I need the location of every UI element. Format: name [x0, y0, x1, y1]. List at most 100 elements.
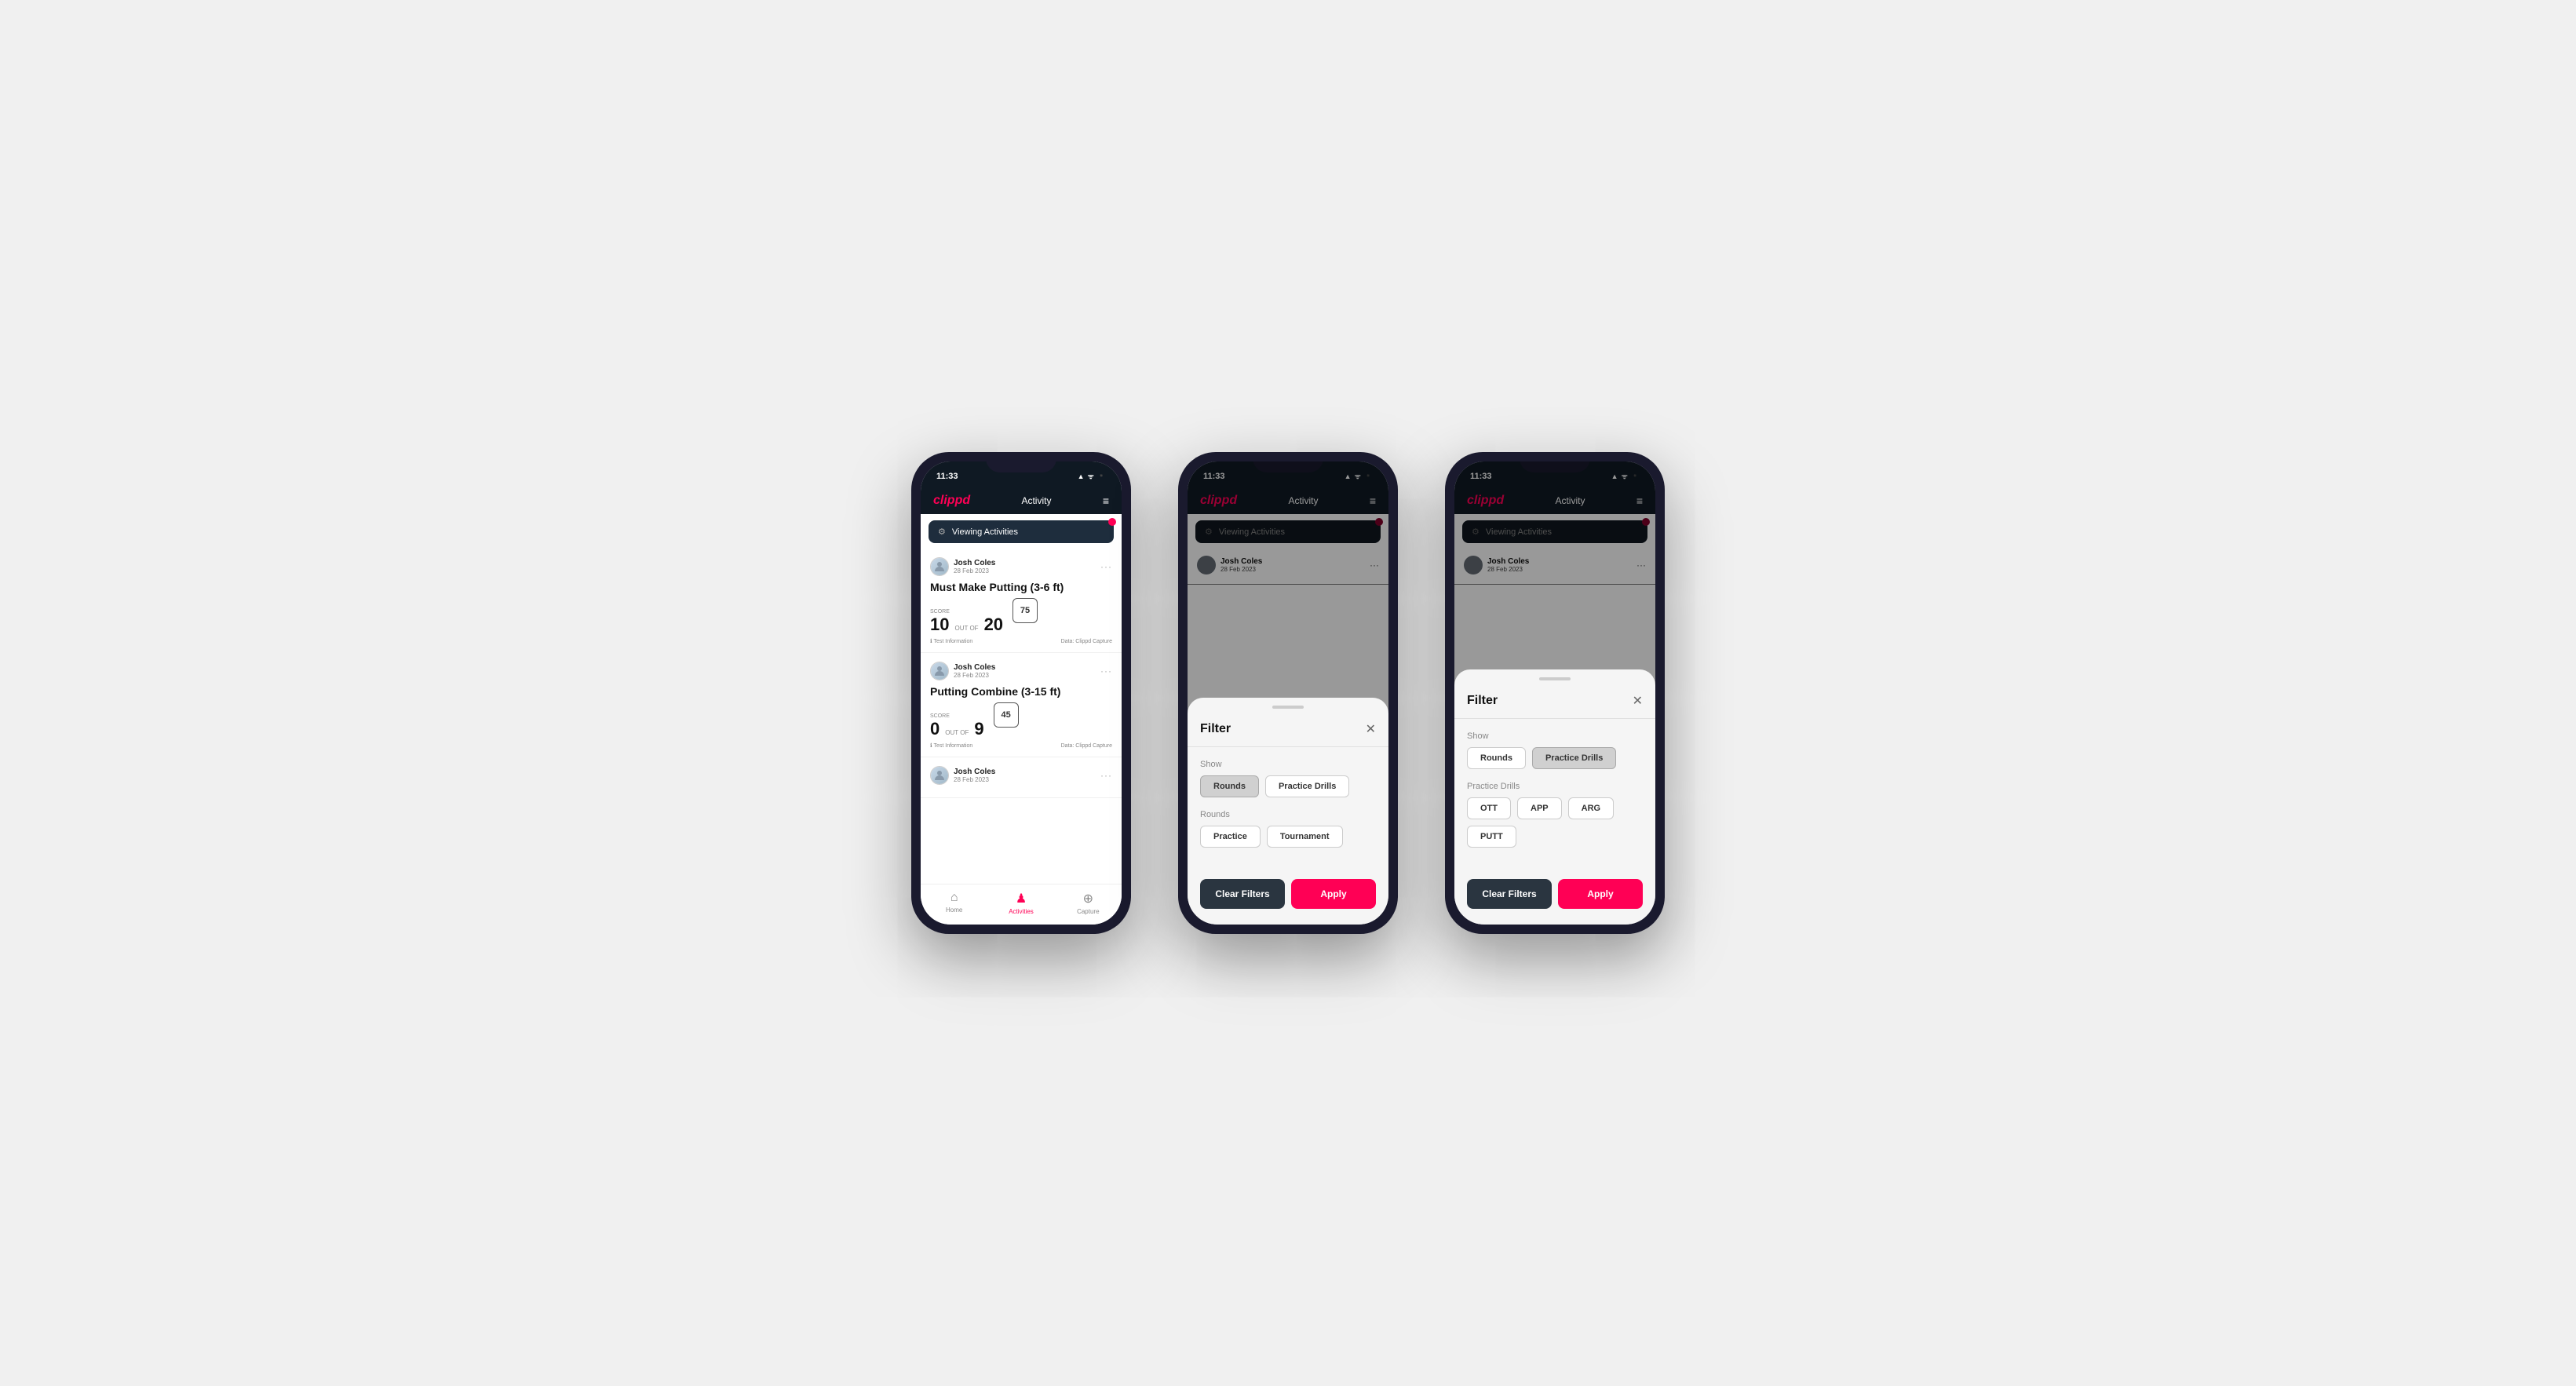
user-date: 28 Feb 2023	[954, 776, 995, 783]
test-info[interactable]: ℹ Test Information	[930, 638, 972, 644]
rounds-btn-practice[interactable]: Practice	[1200, 826, 1261, 848]
user-info: Josh Coles 28 Feb 2023	[930, 557, 995, 576]
filter-icon: ⚙	[938, 527, 946, 537]
out-of-label: OUT OF	[954, 625, 978, 632]
nav-item-capture[interactable]: ⊕ Capture	[1055, 891, 1122, 915]
notification-dot	[1108, 518, 1116, 526]
viewing-activities-label: Viewing Activities	[952, 527, 1018, 537]
practice-btn-app[interactable]: APP	[1517, 797, 1562, 819]
score-value: 10	[930, 615, 949, 635]
shot-quality-value: 45	[1001, 710, 1010, 720]
show-btn-practice-drills[interactable]: Practice Drills	[1265, 775, 1349, 797]
user-name: Josh Coles	[954, 768, 995, 776]
avatar-image	[931, 767, 948, 784]
filter-title: Filter	[1200, 722, 1231, 736]
notch	[986, 452, 1056, 472]
sheet-actions: Clear Filters Apply	[1188, 879, 1388, 909]
score-label: Score	[930, 609, 1003, 615]
user-name: Josh Coles	[954, 663, 995, 672]
sheet-actions: Clear Filters Apply	[1454, 879, 1655, 909]
phone-3: 11:33 ▲ ᯤ ▪️ clippd Activity ≡ ⚙ Viewing…	[1445, 452, 1665, 934]
menu-icon[interactable]: ≡	[1103, 494, 1109, 507]
user-info: Josh Coles 28 Feb 2023	[930, 662, 995, 680]
nav-icon-home: ⌂	[950, 891, 958, 905]
sheet-header: Filter ✕	[1188, 715, 1388, 747]
phone-2: 11:33 ▲ ᯤ ▪️ clippd Activity ≡ ⚙ Viewing…	[1178, 452, 1398, 934]
data-source: Data: Clippd Capture	[1061, 743, 1112, 749]
bottom-nav: ⌂ Home ♟ Activities ⊕ Capture	[921, 884, 1122, 925]
status-time: 11:33	[936, 472, 958, 481]
test-info[interactable]: ℹ Test Information	[930, 742, 972, 749]
practice-btn-arg[interactable]: ARG	[1568, 797, 1614, 819]
avatar-image	[931, 662, 948, 680]
filter-sheet: Filter ✕ Show Rounds Practice DrillsPracti…	[1454, 669, 1655, 925]
activity-card-partial: Josh Coles 28 Feb 2023 ···	[921, 758, 1122, 798]
clear-filters-button[interactable]: Clear Filters	[1200, 879, 1285, 909]
phone-1: 11:33 ▲ ᯤ ▪️ clippd Activity ≡ ⚙ Viewing…	[911, 452, 1131, 934]
more-options-icon[interactable]: ···	[1100, 666, 1112, 677]
filter-sheet: Filter ✕ ShowRoundsPractice DrillsRounds…	[1188, 698, 1388, 925]
phone-screen: 11:33 ▲ ᯤ ▪️ clippd Activity ≡ ⚙ Viewing…	[1454, 461, 1655, 925]
avatar	[930, 557, 949, 576]
user-info: Josh Coles 28 Feb 2023	[930, 766, 995, 785]
activity-title: Must Make Putting (3-6 ft)	[930, 581, 1112, 593]
nav-label-home: Home	[946, 906, 962, 914]
avatar	[930, 662, 949, 680]
shot-quality-value: 75	[1020, 606, 1030, 615]
sheet-body: Show Rounds Practice Drills Rounds Practice T…	[1188, 747, 1388, 873]
show-btn-rounds[interactable]: Rounds	[1200, 775, 1259, 797]
rounds-btn-tournament[interactable]: Tournament	[1267, 826, 1343, 848]
activity-card: Josh Coles 28 Feb 2023 ··· Must Make Put…	[921, 549, 1122, 653]
nav-item-home[interactable]: ⌂ Home	[921, 891, 987, 915]
practice-btn-ott[interactable]: OTT	[1467, 797, 1511, 819]
wifi-icon: ᯤ	[1088, 471, 1094, 481]
practice-btn-putt[interactable]: PUTT	[1467, 826, 1516, 848]
show-btn-practice-drills[interactable]: Practice Drills	[1532, 747, 1616, 769]
sheet-header: Filter ✕	[1454, 687, 1655, 719]
logo: clippd	[933, 494, 970, 508]
score-label: Score	[930, 713, 984, 719]
score-value: 0	[930, 719, 940, 739]
apply-button[interactable]: Apply	[1558, 879, 1643, 909]
apply-button[interactable]: Apply	[1291, 879, 1376, 909]
close-button[interactable]: ✕	[1366, 721, 1376, 737]
rounds-section-label: Rounds	[1200, 810, 1376, 819]
status-icons: ▲ ᯤ ▪️	[1078, 471, 1106, 481]
scene: 11:33 ▲ ᯤ ▪️ clippd Activity ≡ ⚙ Viewing…	[864, 405, 1712, 981]
practice-drills-filter-buttons: OTT APP ARG PUTT	[1467, 797, 1643, 848]
activity-title: Putting Combine (3-15 ft)	[930, 685, 1112, 698]
phone-screen: 11:33 ▲ ᯤ ▪️ clippd Activity ≡ ⚙ Viewing…	[921, 461, 1122, 925]
sheet-handle	[1539, 677, 1571, 680]
nav-label-activities: Activities	[1009, 908, 1034, 915]
nav-item-activities[interactable]: ♟ Activities	[987, 891, 1054, 915]
show-filter-buttons: Rounds Practice Drills	[1200, 775, 1376, 797]
show-btn-rounds[interactable]: Rounds	[1467, 747, 1526, 769]
viewing-activities-bar[interactable]: ⚙ Viewing Activities	[929, 520, 1114, 543]
avatar-image	[931, 558, 948, 575]
phone-screen: 11:33 ▲ ᯤ ▪️ clippd Activity ≡ ⚙ Viewing…	[1188, 461, 1388, 925]
show-section-label: Show	[1200, 760, 1376, 769]
header-title: Activity	[1021, 495, 1051, 506]
show-filter-buttons: Rounds Practice Drills	[1467, 747, 1643, 769]
sheet-handle	[1272, 706, 1304, 709]
user-date: 28 Feb 2023	[954, 672, 995, 679]
sheet-body: Show Rounds Practice DrillsPractice Drills…	[1454, 719, 1655, 873]
close-button[interactable]: ✕	[1633, 693, 1643, 709]
shot-quality-badge: 75	[1013, 598, 1038, 623]
filter-title: Filter	[1467, 694, 1498, 708]
shot-quality-badge: 45	[994, 702, 1019, 728]
show-section-label: Show	[1467, 731, 1643, 741]
more-options-icon[interactable]: ···	[1100, 561, 1112, 572]
nav-icon-capture: ⊕	[1083, 891, 1093, 906]
battery-icon: ▪️	[1097, 472, 1106, 480]
user-name: Josh Coles	[954, 559, 995, 567]
shots-value: 20	[984, 615, 1003, 635]
more-options-icon[interactable]: ···	[1100, 770, 1112, 781]
avatar	[930, 766, 949, 785]
clear-filters-button[interactable]: Clear Filters	[1467, 879, 1552, 909]
shots-value: 9	[974, 719, 983, 739]
activity-card: Josh Coles 28 Feb 2023 ··· Putting Combi…	[921, 654, 1122, 757]
nav-label-capture: Capture	[1077, 908, 1099, 915]
out-of-label: OUT OF	[945, 729, 969, 736]
signal-icon: ▲	[1078, 472, 1085, 480]
